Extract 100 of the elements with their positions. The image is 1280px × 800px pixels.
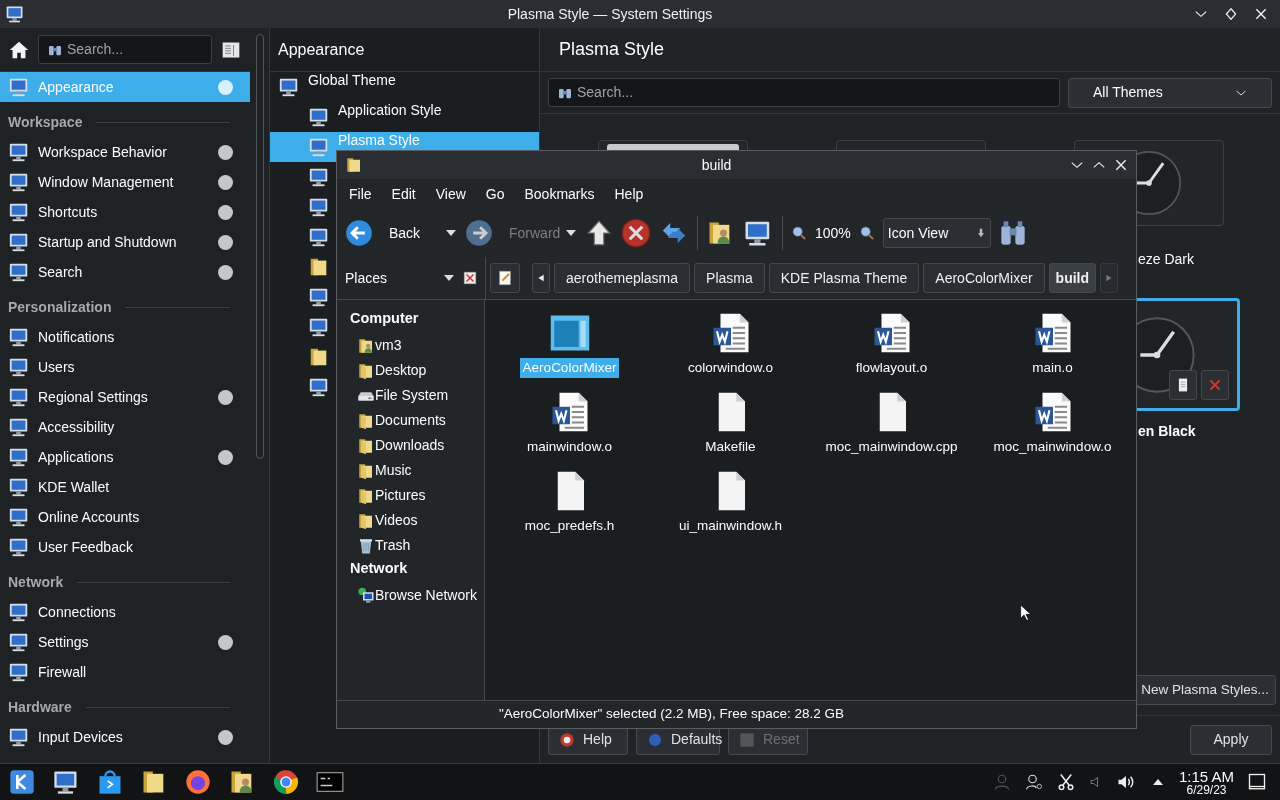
close-icon[interactable] [1114,158,1128,172]
sidebar-item[interactable]: Shortcuts [0,197,250,227]
menu-item[interactable]: Bookmarks [516,183,603,205]
breadcrumb-button[interactable]: build [1048,263,1096,293]
sidebar-item[interactable]: Settings [0,627,250,657]
monitor-icon [308,196,330,218]
view-mode-dropdown[interactable]: Icon View [882,218,991,248]
monitor-icon [8,506,30,528]
search-icon[interactable] [998,219,1027,247]
places-group-header: Network [350,560,408,576]
places-item[interactable]: vm3 [337,333,484,358]
menu-item[interactable]: Go [477,183,513,205]
back-control[interactable]: Back [345,219,437,247]
sidebar-item[interactable]: Input Devices [0,722,250,752]
new-styles-button[interactable]: New Plasma Styles... [1134,675,1276,705]
clock[interactable]: 1:15 AM 6/29/23 [1178,768,1234,796]
show-desktop-icon[interactable] [1248,773,1266,791]
places-item[interactable]: Browse Network [337,583,484,608]
sidebar-item[interactable]: Search [0,257,250,287]
keep-above-icon[interactable] [1224,7,1238,21]
sidebar-item[interactable]: Connections [0,597,250,627]
menu-item[interactable]: Help [606,183,652,205]
folder-entry[interactable]: mainwindow.o [489,391,650,470]
sidebar-item[interactable]: Regional Settings [0,382,250,412]
folder-entry[interactable]: moc_mainwindow.cpp [811,391,972,470]
folder-icon [357,511,375,530]
places-item[interactable]: Downloads [337,433,484,458]
folder-icon [357,436,375,455]
scroll-left-button[interactable] [532,263,550,293]
theme-name: en Black [1138,423,1196,439]
places-item[interactable]: Documents [337,408,484,433]
details-button[interactable] [1169,370,1197,400]
monitor-icon [8,76,30,98]
monitor-icon [308,226,330,248]
monitor-icon [308,376,330,398]
places-item[interactable]: Trash [337,533,484,558]
tree-item[interactable]: Global Theme [270,72,539,102]
panel-title: Places [345,268,389,288]
monitor-icon [308,166,330,188]
up-icon[interactable] [585,219,613,247]
browser-icon[interactable] [272,768,300,796]
folder-entry[interactable]: moc_mainwindow.o [972,391,1133,470]
folder-entry[interactable]: flowlayout.o [811,312,972,391]
close-icon[interactable] [1254,7,1268,21]
folder-entry[interactable]: colorwindow.o [650,312,811,391]
browser-icon[interactable] [184,768,212,796]
dialog-button[interactable]: Apply [1190,724,1272,755]
places-item[interactable]: Music [337,458,484,483]
menu-item[interactable]: View [427,183,474,205]
close-panel-icon[interactable] [463,271,477,285]
theme-name: eze Dark [1138,251,1195,267]
sidebar-item[interactable]: Firewall [0,657,250,687]
edit-location-button[interactable] [490,263,520,293]
sidebar-item[interactable]: Users [0,352,250,382]
folder-entry[interactable]: moc_predefs.h [489,470,650,549]
breadcrumb-button[interactable]: Plasma [694,263,765,293]
sidebar-item[interactable]: Applications [0,442,250,472]
places-item[interactable]: Desktop [337,358,484,383]
speaker-icon[interactable] [1088,775,1101,789]
network-icon [357,586,375,605]
menu-item[interactable]: File [341,183,380,205]
places-item[interactable]: Videos [337,508,484,533]
sidebar-item[interactable]: Window Management [0,167,250,197]
breadcrumb-button[interactable]: KDE Plasma Theme [768,263,920,293]
sidebar-item[interactable]: Accessibility [0,412,250,442]
section-header: Hardware [8,698,72,717]
folder-icon [357,411,375,430]
zoom-in-icon[interactable] [858,225,875,241]
document-icon [1176,377,1190,393]
search-field[interactable]: Search... [38,35,212,64]
folder-entry[interactable]: main.o [972,312,1133,391]
places-item[interactable]: Pictures [337,483,484,508]
breadcrumb-button[interactable]: aerothemeplasma [554,263,691,293]
app-launcher-icon[interactable] [8,768,36,796]
monitor-icon [308,106,330,128]
scissors-icon[interactable] [1056,772,1075,792]
sidebar-item[interactable]: KDE Wallet [0,472,250,502]
monitor-icon [8,601,30,623]
sidebar-item[interactable]: Notifications [0,322,250,352]
user-icon[interactable] [1024,773,1043,791]
zoom-out-icon[interactable] [791,225,807,241]
sidebar-item[interactable]: Online Accounts [0,502,250,532]
folder-entry[interactable]: Makefile [650,391,811,470]
stop-icon[interactable] [621,218,651,248]
monitor-icon [8,171,30,193]
sidebar-item[interactable]: User Feedback [0,532,250,562]
tree-item[interactable]: Application Style [270,102,539,132]
breadcrumb-button[interactable]: AeroColorMixer [923,263,1045,293]
menu-item[interactable]: Edit [383,183,424,205]
sidebar-item[interactable]: Workspace Behavior [0,137,250,167]
monitor-icon [278,76,300,98]
monitor-icon [8,326,30,348]
edit-icon [497,270,513,286]
remove-icon [1208,378,1222,392]
home-folder-icon [357,336,375,355]
places-item[interactable]: File System [337,383,484,408]
theme-filter-dropdown[interactable]: All Themes [1068,77,1272,108]
folder-entry[interactable]: ui_mainwindow.h [650,470,811,549]
search-field[interactable]: Search... [548,78,1060,107]
sidebar-item[interactable]: Startup and Shutdown [0,227,250,257]
